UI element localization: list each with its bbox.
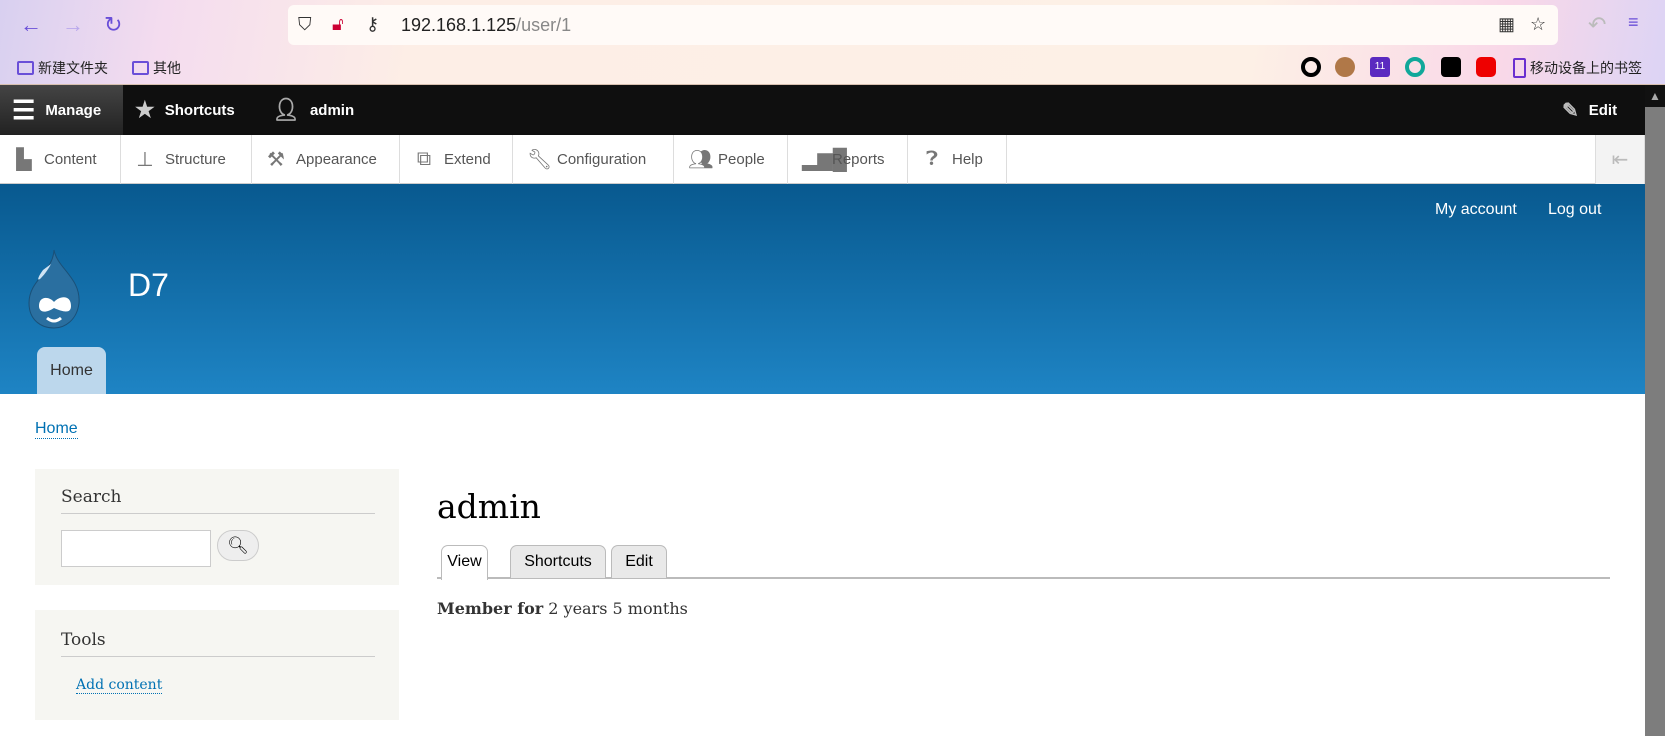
log-out-link[interactable]: Log out (1548, 201, 1601, 219)
tray-item-appearance[interactable]: ⚒ Appearance (252, 135, 400, 184)
site-header: My account Log out D7 Home (0, 184, 1645, 394)
browser-chrome: ← → ↻ ⛉ 🔓︎ ⚷ 192.168.1.125/user/1 ▦ ☆ ↶ … (0, 0, 1665, 85)
puzzle-icon: ⧉ (416, 148, 432, 170)
tray-label: Help (952, 151, 983, 168)
tray-item-people[interactable]: 👥︎ People (674, 135, 788, 184)
admin-toolbar: ☰ Manage ★ Shortcuts 👤︎ admin ✎ Edit (0, 85, 1645, 135)
cookie-icon[interactable] (1335, 57, 1355, 77)
people-icon: 👥︎ (688, 149, 714, 171)
breadcrumb-home-link[interactable]: Home (35, 420, 78, 439)
main-menu-home-tab[interactable]: Home (37, 347, 106, 394)
user-icon: 👤︎ (272, 97, 300, 122)
tray-item-content[interactable]: ▙ Content (0, 135, 121, 184)
tray-label: People (718, 151, 765, 168)
star-icon: ★ (135, 97, 155, 122)
drupal-logo-icon[interactable] (27, 248, 81, 330)
tray-item-configuration[interactable]: 🔧︎ Configuration (513, 135, 674, 184)
member-for: Member for 2 years 5 months (437, 599, 688, 618)
tools-block: Tools Add content (35, 610, 399, 720)
key-icon: ⚷ (366, 14, 380, 34)
page-title: admin (437, 487, 541, 526)
scroll-up-icon[interactable]: ▲ (1645, 85, 1665, 107)
add-content-link[interactable]: Add content (76, 677, 163, 694)
extension-ring-icon[interactable] (1301, 57, 1321, 77)
tray-label: Content (44, 151, 97, 168)
shortcuts-label: Shortcuts (164, 101, 235, 119)
address-bar[interactable]: ⛉ 🔓︎ ⚷ 192.168.1.125/user/1 ▦ ☆ (288, 5, 1558, 45)
edit-label: Edit (1588, 101, 1618, 119)
sitemap-icon: ⊥ (136, 149, 154, 171)
tray-item-reports[interactable]: ▂▆█ Reports (788, 135, 908, 184)
user-label: admin (309, 101, 355, 119)
search-button[interactable]: 🔍︎ (217, 530, 259, 561)
site-name[interactable]: D7 (128, 267, 169, 304)
tray-label: Configuration (557, 151, 647, 168)
tray-label: Reports (832, 151, 885, 168)
shield-icon: ⛉ (298, 14, 312, 34)
mobile-bookmarks-label: 移动设备上的书签 (1530, 60, 1642, 76)
tab-view[interactable]: View (441, 545, 488, 580)
mobile-bookmarks[interactable]: 移动设备上的书签 (1513, 58, 1642, 78)
search-block: Search 🔍︎ (35, 469, 399, 585)
qr-code-icon[interactable]: ▦ (1498, 14, 1515, 35)
url-text: 192.168.1.125/user/1 (401, 15, 572, 35)
menu-icon[interactable]: ≡ (1628, 12, 1639, 33)
tray-item-structure[interactable]: ⊥ Structure (121, 135, 252, 184)
grammarly-icon[interactable] (1405, 57, 1425, 77)
edit-button[interactable]: ✎ Edit (1550, 85, 1629, 135)
back-icon[interactable]: ← (20, 12, 42, 38)
bookmark-label: 其他 (153, 60, 181, 76)
tray-label: Structure (165, 151, 226, 168)
my-account-link[interactable]: My account (1435, 201, 1517, 219)
toolbar-tray: ▙ Content ⊥ Structure ⚒ Appearance ⧉ Extend … (0, 135, 1645, 184)
collapse-left-icon: ⇤ (1611, 149, 1629, 171)
file-icon: ▙ (16, 149, 32, 171)
tray-label: Extend (444, 151, 491, 168)
hamburger-icon: ☰ (12, 94, 36, 125)
wrench-icon: 🔧︎ (527, 149, 553, 171)
scrollbar[interactable]: ▲ (1645, 85, 1665, 736)
manage-label: Manage (45, 101, 102, 119)
member-for-value: 2 years 5 months (548, 599, 688, 618)
bookmark-folder[interactable]: 新建文件夹 (17, 58, 108, 78)
manage-button[interactable]: ☰ Manage (0, 85, 123, 135)
insecure-lock-icon: 🔓︎ (332, 14, 344, 34)
user-button[interactable]: 👤︎ admin (260, 85, 366, 135)
star-icon[interactable]: ☆ (1530, 14, 1546, 35)
shortcuts-button[interactable]: ★ Shortcuts (123, 85, 247, 135)
tray-item-extend[interactable]: ⧉ Extend (400, 135, 513, 184)
bookmark-folder[interactable]: 其他 (132, 58, 181, 78)
bar-chart-icon: ▂▆█ (802, 149, 847, 171)
tab-shortcuts[interactable]: Shortcuts (510, 545, 606, 578)
reload-icon[interactable]: ↻ (104, 12, 122, 38)
tampermonkey-icon[interactable] (1441, 57, 1461, 77)
folder-icon (132, 61, 149, 75)
tray-item-help[interactable]: ❓︎ Help (908, 135, 1007, 184)
folder-icon (17, 61, 34, 75)
phone-icon (1513, 58, 1526, 78)
bookmark-label: 新建文件夹 (38, 60, 108, 76)
tab-edit[interactable]: Edit (611, 545, 667, 578)
help-icon: ❓︎ (925, 148, 939, 170)
pencil-icon: ✎ (1562, 99, 1579, 122)
tray-orientation-toggle[interactable]: ⇤ (1595, 135, 1645, 184)
tray-label: Appearance (296, 151, 377, 168)
tools-block-title: Tools (61, 630, 375, 657)
extension-badge-icon[interactable]: 11 (1370, 57, 1390, 77)
undo-icon[interactable]: ↶ (1588, 12, 1606, 38)
search-input[interactable] (61, 530, 211, 567)
search-block-title: Search (61, 487, 375, 514)
forward-icon[interactable]: → (62, 12, 84, 38)
paintbrush-icon: ⚒ (267, 149, 285, 171)
search-icon: 🔍︎ (227, 536, 249, 555)
adblock-icon[interactable] (1476, 57, 1496, 77)
member-for-label: Member for (437, 599, 544, 618)
